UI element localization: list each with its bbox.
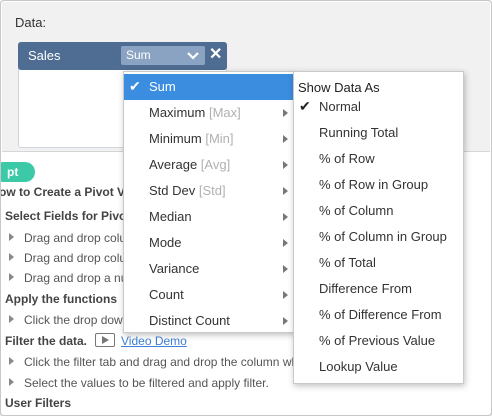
- help-heading: Filter the data. Video Demo: [5, 333, 187, 348]
- help-heading: Apply the functions: [5, 292, 117, 306]
- video-icon[interactable]: [95, 333, 116, 347]
- show-as-normal[interactable]: ✔ Normal: [294, 94, 463, 120]
- submenu-arrow-icon: [283, 161, 288, 169]
- checkmark-icon: ✔: [299, 98, 311, 114]
- help-heading: User Filters: [5, 396, 72, 410]
- help-bullet: Click the drop dow: [9, 313, 123, 327]
- aggregation-menu: ✔ Sum Maximum [Max] Minimum [Min] Averag…: [123, 71, 295, 333]
- chevron-down-icon: [187, 52, 199, 60]
- menu-item-maximum[interactable]: Maximum [Max]: [124, 100, 294, 126]
- menu-item-average[interactable]: Average [Avg]: [124, 152, 294, 178]
- menu-item-sum[interactable]: ✔ Sum: [124, 74, 294, 100]
- menu-item-median[interactable]: Median: [124, 204, 294, 230]
- submenu-arrow-icon: [283, 187, 288, 195]
- caret-right-icon: [9, 357, 14, 365]
- submenu-arrow-icon: [283, 239, 288, 247]
- help-bullet: Click the filter tab and drag and drop t…: [9, 355, 298, 369]
- menu-item-std-dev[interactable]: Std Dev [Std]: [124, 178, 294, 204]
- help-bullet: Select the values to be filtered and app…: [9, 376, 269, 390]
- caret-right-icon: [9, 378, 14, 386]
- show-as-percent-of-column[interactable]: % of Column: [294, 198, 463, 224]
- show-data-as-menu: Show Data As ✔ Normal Running Total % of…: [293, 71, 464, 384]
- submenu-arrow-icon: [283, 135, 288, 143]
- help-heading: Select Fields for Pivot: [5, 209, 131, 223]
- caret-right-icon: [9, 315, 14, 323]
- video-demo-link[interactable]: Video Demo: [121, 334, 187, 348]
- help-bullet: Drag and drop colu: [9, 251, 126, 265]
- show-as-difference-from[interactable]: Difference From: [294, 276, 463, 302]
- menu-item-variance[interactable]: Variance: [124, 256, 294, 282]
- aggregation-select[interactable]: Sum: [121, 46, 205, 65]
- menu-item-minimum[interactable]: Minimum [Min]: [124, 126, 294, 152]
- menu-item-distinct-count[interactable]: Distinct Count: [124, 308, 294, 334]
- submenu-arrow-icon: [283, 265, 288, 273]
- show-data-as-title: Show Data As: [298, 80, 380, 95]
- show-as-lookup-value[interactable]: Lookup Value: [294, 354, 463, 380]
- show-as-percent-of-previous-value[interactable]: % of Previous Value: [294, 328, 463, 354]
- menu-item-count[interactable]: Count: [124, 282, 294, 308]
- show-as-percent-of-total[interactable]: % of Total: [294, 250, 463, 276]
- submenu-arrow-icon: [283, 109, 288, 117]
- field-name: Sales: [28, 48, 61, 63]
- submenu-arrow-icon: [283, 291, 288, 299]
- show-as-percent-of-row-in-group[interactable]: % of Row in Group: [294, 172, 463, 198]
- show-as-percent-of-row[interactable]: % of Row: [294, 146, 463, 172]
- caret-right-icon: [9, 273, 14, 281]
- show-as-percent-of-difference-from[interactable]: % of Difference From: [294, 302, 463, 328]
- menu-item-mode[interactable]: Mode: [124, 230, 294, 256]
- aggregation-value: Sum: [126, 48, 151, 62]
- checkmark-icon: ✔: [129, 78, 141, 94]
- data-label: Data:: [15, 15, 47, 30]
- show-as-running-total[interactable]: Running Total: [294, 120, 463, 146]
- help-bullet: Drag and drop a nu: [9, 271, 127, 285]
- pivot-window: Data: Sales Sum ✕ pt ow to Create a Pivo…: [0, 0, 492, 416]
- help-tab[interactable]: pt: [1, 162, 35, 182]
- help-bullet: Drag and drop colu: [9, 231, 126, 245]
- submenu-arrow-icon: [283, 213, 288, 221]
- sales-field-chip[interactable]: Sales Sum ✕: [18, 42, 227, 70]
- submenu-arrow-icon: [283, 317, 288, 325]
- show-as-percent-of-column-in-group[interactable]: % of Column in Group: [294, 224, 463, 250]
- close-icon[interactable]: ✕: [209, 45, 222, 65]
- caret-right-icon: [9, 253, 14, 261]
- help-title: ow to Create a Pivot Vi: [0, 185, 129, 199]
- caret-right-icon: [9, 233, 14, 241]
